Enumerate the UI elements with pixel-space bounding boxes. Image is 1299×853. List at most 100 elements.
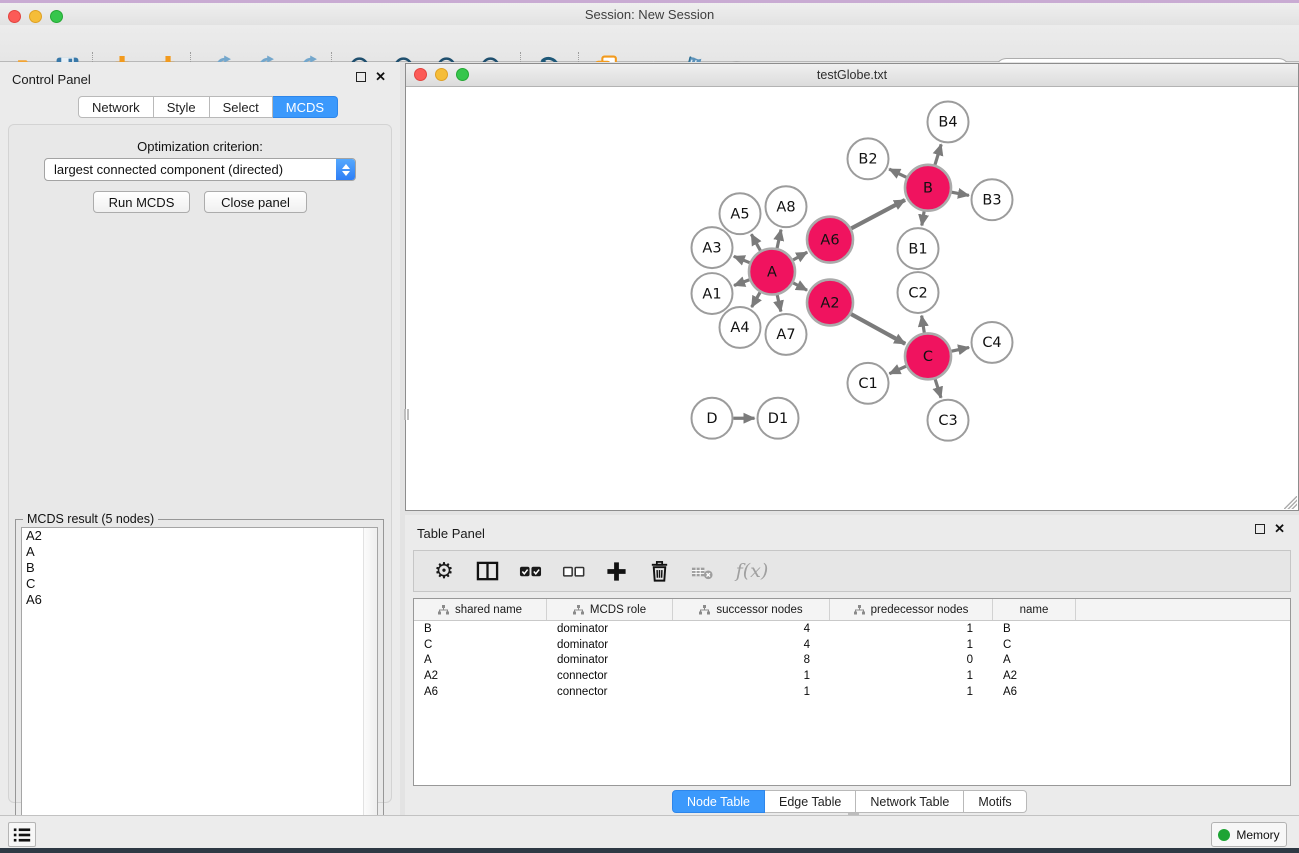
network-window-titlebar[interactable]: testGlobe.txt: [406, 64, 1298, 87]
edge-B-B3[interactable]: [952, 192, 969, 195]
graph-node-A7[interactable]: A7: [766, 314, 807, 355]
window-resize-handle[interactable]: [404, 409, 409, 420]
table-row[interactable]: A6connector11A6: [414, 684, 1290, 700]
table-tab-edge-table[interactable]: Edge Table: [765, 790, 856, 813]
result-item[interactable]: A6: [22, 592, 377, 608]
result-scrollbar[interactable]: [363, 528, 377, 849]
result-item[interactable]: A2: [22, 528, 377, 544]
edge-A2-C[interactable]: [851, 314, 905, 344]
graph-node-B2[interactable]: B2: [848, 138, 889, 179]
svg-text:C3: C3: [938, 413, 957, 429]
graph-node-A8[interactable]: A8: [766, 186, 807, 227]
edge-A-A8[interactable]: [777, 230, 781, 249]
function-builder-icon[interactable]: f(x): [732, 558, 772, 584]
optimization-select[interactable]: largest connected component (directed): [44, 158, 356, 181]
graph-node-B[interactable]: B: [905, 165, 951, 211]
graph-node-B4[interactable]: B4: [928, 101, 969, 142]
tab-mcds[interactable]: MCDS: [273, 96, 338, 118]
select-stepper-icon[interactable]: [336, 159, 355, 180]
edge-C-C2[interactable]: [922, 316, 925, 333]
window-resize-grip-icon[interactable]: [1284, 496, 1297, 509]
graph-node-B1[interactable]: B1: [898, 228, 939, 269]
result-item[interactable]: A: [22, 544, 377, 560]
table-cell: C: [414, 639, 547, 651]
svg-text:A2: A2: [820, 295, 839, 311]
delete-table-icon[interactable]: [689, 558, 715, 584]
column-header-successor-nodes[interactable]: successor nodes: [673, 599, 830, 620]
graph-node-A2[interactable]: A2: [807, 280, 853, 326]
graph-node-A1[interactable]: A1: [692, 273, 733, 314]
graph-node-D1[interactable]: D1: [758, 398, 799, 439]
graph-node-D[interactable]: D: [692, 398, 733, 439]
edge-A-A7[interactable]: [777, 295, 781, 312]
add-column-icon[interactable]: [603, 558, 629, 584]
graph-node-C1[interactable]: C1: [848, 363, 889, 404]
mcds-result-title: MCDS result (5 nodes): [23, 512, 158, 526]
edge-C-C4[interactable]: [951, 347, 969, 351]
close-panel-icon[interactable]: ✕: [375, 72, 386, 82]
edge-A-A6[interactable]: [793, 252, 807, 260]
table-row[interactable]: Adominator80A: [414, 652, 1290, 668]
show-columns-icon[interactable]: [474, 558, 500, 584]
graph-node-A5[interactable]: A5: [720, 193, 761, 234]
svg-text:B4: B4: [938, 115, 957, 131]
table-cell: connector: [547, 686, 673, 698]
edge-A-A3[interactable]: [734, 256, 750, 262]
column-header-predecessor-nodes[interactable]: predecessor nodes: [830, 599, 993, 620]
table-tab-node-table[interactable]: Node Table: [672, 790, 765, 813]
edge-B-B2[interactable]: [889, 169, 906, 177]
edge-A-A5[interactable]: [751, 234, 760, 250]
table-options-icon[interactable]: ⚙: [431, 558, 457, 584]
column-type-icon: [699, 605, 710, 615]
mcds-result-list[interactable]: A2ABCA6: [21, 527, 378, 850]
table-row[interactable]: Bdominator41B: [414, 621, 1290, 637]
edge-A-A2[interactable]: [793, 283, 807, 290]
select-all-checkbox-icon[interactable]: [517, 558, 543, 584]
close-panel-button[interactable]: Close panel: [204, 191, 307, 213]
column-header-mcds-role[interactable]: MCDS role: [547, 599, 673, 620]
tab-style[interactable]: Style: [154, 96, 210, 118]
edge-B-B1[interactable]: [922, 211, 924, 225]
delete-column-icon[interactable]: [646, 558, 672, 584]
result-item[interactable]: C: [22, 576, 377, 592]
window-titlebar[interactable]: Session: New Session: [0, 3, 1299, 25]
graph-node-A6[interactable]: A6: [807, 217, 853, 263]
graph-node-C4[interactable]: C4: [972, 322, 1013, 363]
float-table-panel-icon[interactable]: [1255, 524, 1265, 534]
result-item[interactable]: B: [22, 560, 377, 576]
column-header-name[interactable]: name: [993, 599, 1076, 620]
table-tab-motifs[interactable]: Motifs: [964, 790, 1026, 813]
control-panel: Control Panel ✕ NetworkStyleSelectMCDS O…: [0, 62, 400, 815]
graph-node-A[interactable]: A: [749, 249, 795, 295]
table-tab-network-table[interactable]: Network Table: [856, 790, 964, 813]
network-canvas[interactable]: B4 B2 B B3 A5A8 A6 B1 A3 A C2 A1 A2 A4A7 C4 C C1 C3 D D1: [406, 87, 1298, 510]
svg-text:A3: A3: [702, 240, 721, 256]
memory-button[interactable]: Memory: [1211, 822, 1287, 847]
graph-node-B3[interactable]: B3: [972, 179, 1013, 220]
svg-text:A6: A6: [820, 232, 839, 248]
deselect-all-checkbox-icon[interactable]: [560, 558, 586, 584]
table-row[interactable]: Cdominator41C: [414, 637, 1290, 653]
graph-node-C2[interactable]: C2: [898, 272, 939, 313]
run-mcds-button[interactable]: Run MCDS: [93, 191, 190, 213]
task-history-button[interactable]: [8, 822, 36, 847]
edge-B-B4[interactable]: [935, 144, 941, 164]
tab-select[interactable]: Select: [210, 96, 273, 118]
list-icon: [12, 826, 32, 844]
tab-network[interactable]: Network: [78, 96, 154, 118]
float-panel-icon[interactable]: [356, 72, 366, 82]
column-header-shared-name[interactable]: shared name: [414, 599, 547, 620]
close-table-panel-icon[interactable]: ✕: [1274, 524, 1285, 534]
edge-C-C3[interactable]: [935, 379, 941, 398]
graph-node-A4[interactable]: A4: [720, 307, 761, 348]
table-cell: 1: [673, 670, 830, 682]
edge-A-A1[interactable]: [734, 280, 749, 286]
edge-A-A4[interactable]: [752, 292, 760, 307]
graph-node-C3[interactable]: C3: [928, 400, 969, 441]
svg-text:B1: B1: [908, 241, 927, 257]
edge-A6-B[interactable]: [851, 200, 905, 228]
table-row[interactable]: A2connector11A2: [414, 668, 1290, 684]
graph-node-A3[interactable]: A3: [692, 227, 733, 268]
edge-C-C1[interactable]: [889, 366, 906, 373]
graph-node-C[interactable]: C: [905, 333, 951, 379]
